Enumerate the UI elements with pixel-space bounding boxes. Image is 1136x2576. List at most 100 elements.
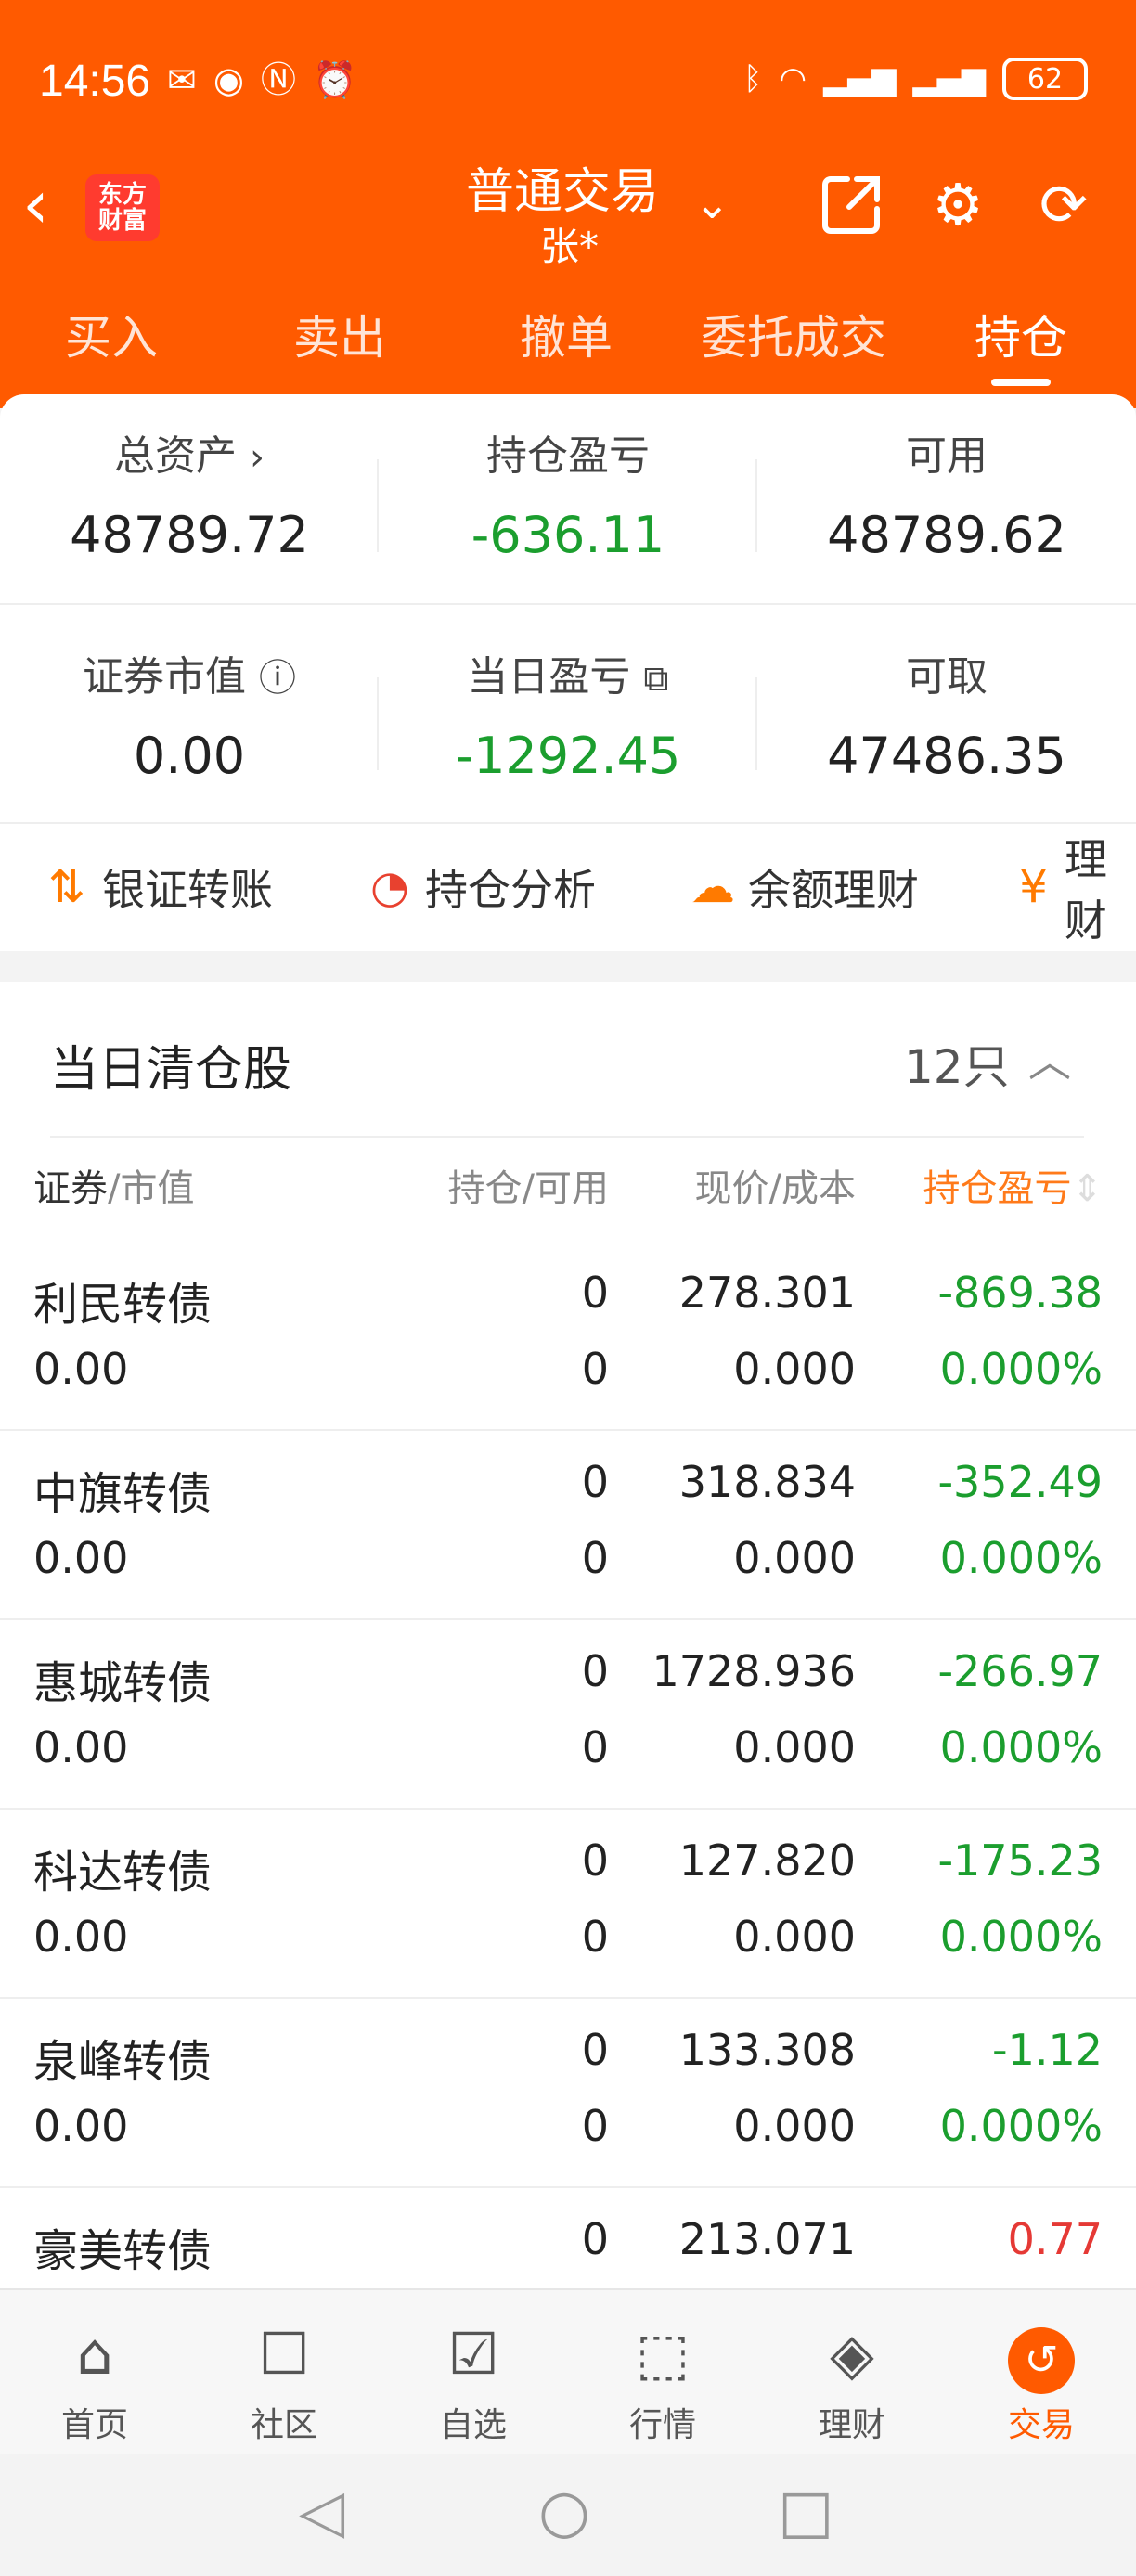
table-row[interactable]: 中旗转债 0.00 0 0 318.834 0.000 -352.49 0.00… [0,1431,1136,1620]
back-chevron-icon[interactable]: ‹ [22,167,72,241]
status-right-icons: ᛒ ◠ ▂▄▆ ▂▄▆ 62 [743,58,1088,100]
status-time: 14:56 [39,57,151,106]
pnl-value: -1.12 [991,2025,1103,2075]
account-type-title[interactable]: 普通交易 [466,152,659,222]
system-back-icon[interactable]: ◁ [299,2478,344,2546]
bottom-navigation: ⌂ 首页 ☐ 社区 ☑ 自选 ⬚ 行情 ◈ 理财 ↺ 交易 [0,2288,1136,2454]
securities-value-value: 0.00 [133,727,246,785]
finance-button[interactable]: ¥ 理财 [1012,824,1136,950]
chevron-right-icon: › [250,436,265,479]
today-pnl-label: 当日盈亏 [467,653,631,701]
pnl-percent: 0.000% [939,1344,1103,1394]
bank-transfer-button[interactable]: ⇅ 银证转账 [41,824,273,950]
available-label: 可用 [906,432,988,480]
total-assets-label-row: 总资产 › [0,422,379,482]
tab-buy[interactable]: 买入 [9,301,213,393]
current-price: 127.820 [678,1835,856,1886]
chevron-down-icon[interactable]: ⌄ [694,178,730,228]
share-icon[interactable] [817,169,887,239]
table-row[interactable]: 惠城转债 0.00 0 0 1728.936 0.000 -266.97 0.0… [0,1620,1136,1810]
nav-watchlist-label: 自选 [439,2406,507,2444]
external-link-icon: ⧉ [643,658,669,699]
divider [50,1136,1084,1138]
market-value: 0.00 [33,1533,129,1583]
system-home-icon[interactable]: ○ [538,2478,590,2546]
piggy-bank-icon: ☁ [691,861,735,913]
today-pnl[interactable]: 当日盈亏 ⧉ -1292.45 [379,643,757,785]
system-navigation: ◁ ○ □ [0,2454,1136,2576]
divider [755,459,757,552]
table-row[interactable]: 豪美转债 0 213.071 0.77 [0,2188,1136,2288]
active-tab-indicator [991,379,1051,386]
money-bag-icon: ¥ [1019,861,1048,913]
gear-icon[interactable]: ⚙ [923,169,993,239]
wifi-icon: ◠ [779,60,807,97]
securities-value: 证券市值 ⓘ 0.00 [0,643,379,785]
position-pnl: 持仓盈亏 -636.11 [379,422,757,564]
pnl-value: -352.49 [937,1457,1103,1507]
balance-finance-label: 余额理财 [748,865,919,915]
market-value: 0.00 [33,1722,129,1772]
divider [377,677,379,770]
total-assets-label: 总资产 [114,432,237,480]
section-count[interactable]: 12只 [904,1030,1010,1097]
pnl-value: 0.77 [1007,2214,1103,2264]
market-value: 0.00 [33,1912,129,1962]
tab-sell[interactable]: 卖出 [238,301,442,393]
table-row[interactable]: 科达转债 0.00 0 0 127.820 0.000 -175.23 0.00… [0,1810,1136,1999]
avail-qty: 0 [581,2101,609,2151]
chevron-up-icon[interactable]: ︿ [1028,1028,1071,1089]
column-price: 现价/成本 [694,1167,856,1210]
cost-price: 0.000 [733,2101,856,2151]
tab-cancel[interactable]: 撤单 [464,301,668,393]
hold-qty: 0 [581,1457,609,1507]
column-pnl-label: 持仓盈亏 [923,1167,1072,1210]
nfc-icon: Ⓝ [261,59,297,100]
column-security-label: 证券 [33,1167,108,1210]
nav-market[interactable]: ⬚ 行情 [598,2316,728,2446]
withdrawable-value: 47486.35 [827,727,1066,785]
avail-qty: 0 [581,1722,609,1772]
table-row[interactable]: 泉峰转债 0.00 0 0 133.308 0.000 -1.12 0.000% [0,1999,1136,2188]
cost-price: 0.000 [733,1344,856,1394]
today-pnl-value: -1292.45 [455,727,681,785]
column-pnl[interactable]: 持仓盈亏⇕ [872,1158,1103,1212]
nav-community[interactable]: ☐ 社区 [219,2316,349,2446]
total-assets-value: 48789.72 [70,506,309,564]
nav-trade[interactable]: ↺ 交易 [976,2316,1106,2446]
nav-finance[interactable]: ◈ 理财 [787,2316,917,2446]
finance-label: 理财 [1064,834,1107,946]
total-assets[interactable]: 总资产 › 48789.72 [0,422,379,564]
column-market-value-label: /市值 [108,1167,195,1210]
nav-home[interactable]: ⌂ 首页 [30,2316,160,2446]
balance-finance-button[interactable]: ☁ 余额理财 [687,824,919,950]
nav-watchlist[interactable]: ☑ 自选 [408,2316,538,2446]
position-pnl-label: 持仓盈亏 [486,432,650,480]
security-name: 利民转债 [33,1279,213,1331]
security-name: 中旗转债 [33,1468,213,1520]
divider [377,459,379,552]
withdrawable-label: 可取 [906,653,988,701]
help-circle-icon[interactable]: ⓘ [259,657,296,700]
nav-trade-label: 交易 [1007,2406,1075,2444]
available-funds: 可用 48789.62 [757,422,1136,564]
pnl-value: -266.97 [937,1646,1103,1696]
position-analysis-button[interactable]: ◔ 持仓分析 [364,824,596,950]
system-recents-icon[interactable]: □ [778,2478,833,2546]
market-value: 0.00 [33,1344,129,1394]
sort-icon: ⇕ [1071,1167,1103,1210]
security-name: 惠城转债 [33,1657,213,1709]
today-pnl-label-row: 当日盈亏 ⧉ [379,643,757,702]
refresh-icon[interactable]: ⟳ [1028,169,1099,239]
table-row[interactable]: 利民转债 0.00 0 0 278.301 0.000 -869.38 0.00… [0,1242,1136,1431]
nav-finance-label: 理财 [818,2406,885,2444]
eye-icon: ◉ [213,59,245,100]
pnl-percent: 0.000% [939,2101,1103,2151]
app-logo: 东方 财富 [85,174,160,241]
app-header: 14:56 ✉ ◉ Ⓝ ⏰ ᛒ ◠ ▂▄▆ ▂▄▆ 62 ‹ 东方 财富 普通交… [0,0,1136,408]
security-name: 科达转债 [33,1847,213,1899]
securities-value-label: 证券市值 [83,653,246,701]
hold-qty: 0 [581,2025,609,2075]
tab-orders[interactable]: 委托成交 [691,301,896,393]
home-icon: ⌂ [76,2320,113,2388]
